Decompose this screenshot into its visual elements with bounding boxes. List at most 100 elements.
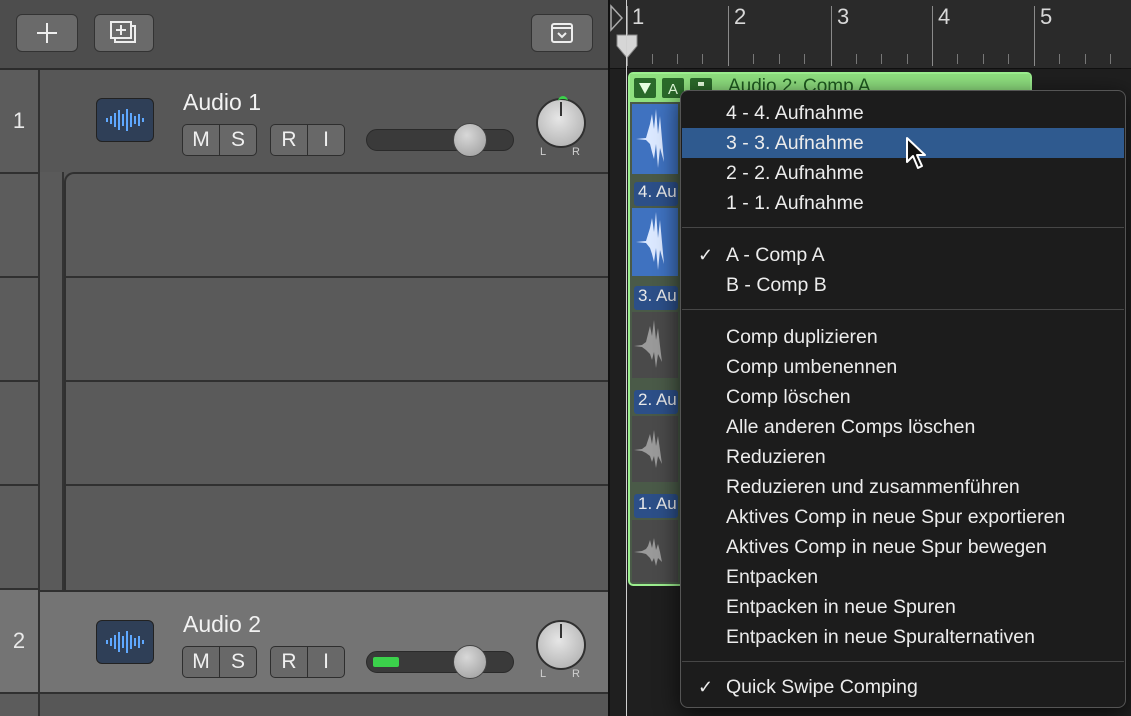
take-lane-header[interactable] [64, 278, 608, 382]
take-label-1[interactable]: 1. Au [634, 494, 678, 518]
mute-button[interactable]: M [183, 647, 219, 677]
pan-needle [560, 624, 562, 638]
plus-icon [37, 23, 57, 43]
mute-button[interactable]: M [183, 125, 219, 155]
menu-item-label: Entpacken in neue Spuren [726, 596, 956, 618]
bar-number: 1 [632, 4, 645, 29]
bar-number: 3 [837, 4, 850, 29]
bar-line [932, 6, 933, 66]
track-name[interactable]: Audio 2 [183, 611, 261, 638]
take-label-3[interactable]: 3. Au [634, 286, 678, 310]
menu-item-delete-other-comps[interactable]: Alle anderen Comps löschen [682, 412, 1124, 442]
menu-item-label: Aktives Comp in neue Spur exportieren [726, 506, 1066, 528]
menu-item-export-comp-to-new-track[interactable]: Aktives Comp in neue Spur exportieren [682, 502, 1124, 532]
menu-item-comp-b[interactable]: B - Comp B [682, 270, 1124, 300]
menu-item-take-4[interactable]: 4 - 4. Aufnahme [682, 98, 1124, 128]
lane-number-cell [0, 278, 38, 382]
menu-item-label: Quick Swipe Comping [726, 676, 918, 698]
take-lane-header[interactable] [64, 486, 608, 590]
comp-waveform [632, 104, 678, 174]
take-waveform-1 [632, 520, 678, 582]
menu-item-take-1[interactable]: 1 - 1. Aufnahme [682, 188, 1124, 218]
solo-button[interactable]: S [219, 125, 256, 155]
lane-number-cell [0, 486, 38, 590]
menu-item-label: 4 - 4. Aufnahme [726, 102, 864, 124]
menu-item-label: Comp duplizieren [726, 326, 878, 348]
menu-item-label: Reduzieren [726, 446, 826, 468]
menu-item-label: 2 - 2. Aufnahme [726, 162, 864, 184]
volume-fader[interactable] [366, 123, 514, 157]
menu-item-label: Aktives Comp in neue Spur bewegen [726, 536, 1047, 558]
disclosure-triangle-icon[interactable] [634, 78, 656, 98]
record-input-buttons: R I [270, 646, 345, 678]
pan-left-label: L [540, 668, 547, 680]
playhead[interactable] [626, 0, 627, 716]
menu-item-unpack-track-alternatives[interactable]: Entpacken in neue Spuralternativen [682, 622, 1124, 652]
pan-knob[interactable] [536, 96, 586, 148]
take-label-2[interactable]: 2. Au [634, 390, 678, 414]
menu-item-take-2[interactable]: 2 - 2. Aufnahme [682, 158, 1124, 188]
audio-waveform-icon [96, 620, 154, 664]
menu-item-rename-comp[interactable]: Comp umbenennen [682, 352, 1124, 382]
volume-fader[interactable] [366, 645, 514, 679]
bar-number: 5 [1040, 4, 1053, 29]
menu-item-flatten-and-merge[interactable]: Reduzieren und zusammenführen [682, 472, 1124, 502]
take-waveform-4 [632, 208, 678, 276]
menu-item-unpack-new-tracks[interactable]: Entpacken in neue Spuren [682, 592, 1124, 622]
track-header-panel: 1 2 Audio 1 M S R I L R Audio 2 M S R I … [0, 0, 608, 716]
input-monitoring-button[interactable]: I [307, 647, 344, 677]
menu-item-flatten[interactable]: Reduzieren [682, 442, 1124, 472]
track-header-filter-button[interactable] [531, 14, 593, 52]
volume-fader-knob[interactable] [453, 123, 487, 157]
pan-knob[interactable] [536, 620, 586, 670]
menu-item-label: 1 - 1. Aufnahme [726, 192, 864, 214]
new-track-with-duplicate-button[interactable] [94, 14, 154, 52]
track-number-2: 2 [0, 590, 38, 694]
input-monitoring-button[interactable]: I [307, 125, 344, 155]
lane-number-cell [0, 382, 38, 486]
take-folder-bracket [40, 172, 64, 590]
pan-right-label: R [572, 668, 580, 680]
take-waveform-2 [632, 416, 678, 482]
record-enable-button[interactable]: R [271, 647, 307, 677]
bar-line [1034, 6, 1035, 66]
menu-item-comp-a[interactable]: ✓ A - Comp A [682, 240, 1124, 270]
bar-line [831, 6, 832, 66]
menu-item-label: Entpacken in neue Spuralternativen [726, 626, 1035, 648]
menu-separator [682, 309, 1124, 310]
bar-number: 4 [938, 4, 951, 29]
add-track-button[interactable] [16, 14, 78, 52]
add-track-icon [110, 21, 136, 43]
menu-item-move-comp-to-new-track[interactable]: Aktives Comp in neue Spur bewegen [682, 532, 1124, 562]
menu-item-quick-swipe-comping[interactable]: ✓ Quick Swipe Comping [682, 672, 1124, 702]
solo-button[interactable]: S [219, 647, 256, 677]
track-number-column: 1 2 [0, 70, 40, 716]
take-label-4[interactable]: 4. Au [634, 182, 678, 206]
take-lane-header[interactable] [64, 172, 608, 278]
bar-number: 2 [734, 4, 747, 29]
menu-item-unpack[interactable]: Entpacken [682, 562, 1124, 592]
menu-item-label: Comp löschen [726, 386, 851, 408]
volume-fader-knob[interactable] [453, 645, 487, 679]
menu-item-delete-comp[interactable]: Comp löschen [682, 382, 1124, 412]
menu-item-label: Reduzieren und zusammenführen [726, 476, 1020, 498]
menu-separator [682, 661, 1124, 662]
menu-item-label: Alle anderen Comps löschen [726, 416, 976, 438]
playhead-handle-icon[interactable] [616, 34, 638, 60]
menu-item-duplicate-comp[interactable]: Comp duplizieren [682, 322, 1124, 352]
menu-item-take-3[interactable]: 3 - 3. Aufnahme [682, 128, 1124, 158]
checkmark-icon: ✓ [698, 677, 714, 697]
tray-chevron-icon [551, 23, 573, 43]
track-header-audio-1[interactable]: Audio 1 M S R I L R [40, 70, 608, 174]
record-enable-button[interactable]: R [271, 125, 307, 155]
mute-solo-buttons: M S [182, 646, 257, 678]
take-lane-header[interactable] [64, 382, 608, 486]
track-number-1: 1 [0, 70, 38, 174]
pan-left-label: L [540, 146, 547, 158]
record-input-buttons: R I [270, 124, 345, 156]
take-folder-context-menu: 4 - 4. Aufnahme 3 - 3. Aufnahme 2 - 2. A… [680, 90, 1126, 708]
track-header-audio-2[interactable]: Audio 2 M S R I L R [40, 590, 608, 694]
track-name[interactable]: Audio 1 [183, 89, 261, 116]
track-toolbar [0, 0, 608, 70]
bar-ruler[interactable]: 1 2 3 4 5 [610, 0, 1131, 69]
